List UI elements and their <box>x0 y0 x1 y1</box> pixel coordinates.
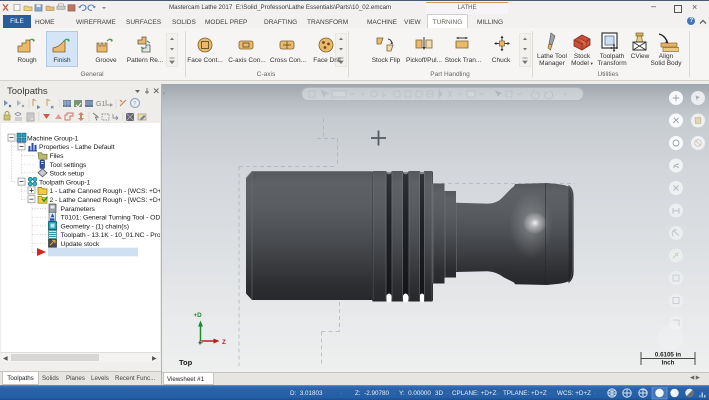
svg-text:Toolpath Group-1: Toolpath Group-1 <box>39 179 91 186</box>
svg-text:Tool settings: Tool settings <box>50 162 87 169</box>
svg-text:+D: +D <box>194 312 203 319</box>
svg-text:‹: ‹ <box>163 91 165 97</box>
svg-text:Update stock: Update stock <box>61 241 100 248</box>
svg-text:Properties - Lathe Default: Properties - Lathe Default <box>39 144 115 151</box>
svg-text:1 - Lathe Canned Rough - [WCS:: 1 - Lathe Canned Rough - [WCS: +D+Z] - [ <box>50 188 161 195</box>
svg-text:Z: Z <box>222 339 226 346</box>
svg-text:Inch: Inch <box>662 360 675 367</box>
svg-text:0.6105 in: 0.6105 in <box>655 352 681 359</box>
svg-text:Geometry - (1) chain(s): Geometry - (1) chain(s) <box>61 223 129 230</box>
svg-text:Toolpath - 13.1K - 10_01.NC -: Toolpath - 13.1K - 10_01.NC - Progra <box>61 232 161 239</box>
svg-text:2 - Lathe Canned Rough - [WCS:: 2 - Lathe Canned Rough - [WCS: +D+Z] - [ <box>50 197 161 204</box>
svg-text:G1: G1 <box>96 101 105 108</box>
svg-text:Parameters: Parameters <box>61 206 96 213</box>
svg-text:Stock setup: Stock setup <box>50 171 85 178</box>
svg-text:Files: Files <box>50 153 65 160</box>
svg-text:Top: Top <box>179 358 193 367</box>
svg-text:Machine Group-1: Machine Group-1 <box>27 135 79 142</box>
svg-text:T0101: General Turning Tool -: T0101: General Turning Tool - OD ROU <box>61 215 161 222</box>
svg-text:?: ? <box>133 102 137 108</box>
